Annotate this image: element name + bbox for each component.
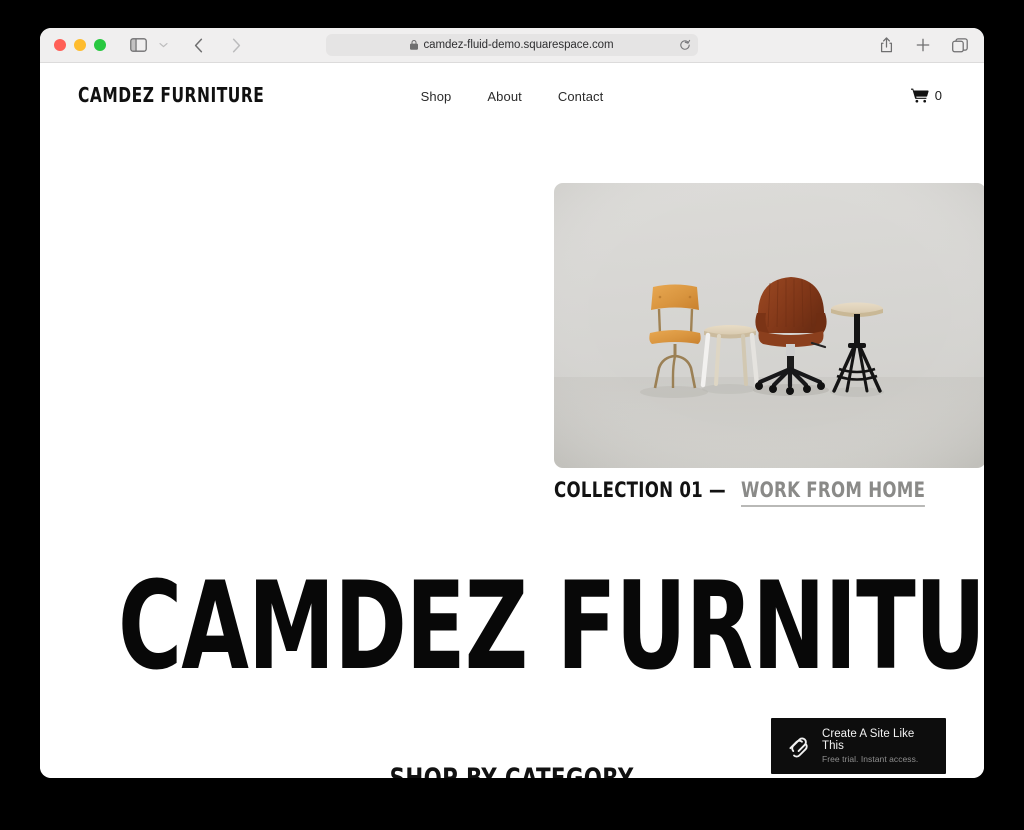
collection-link[interactable]: WORK FROM HOME	[741, 478, 926, 507]
browser-window: camdez-fluid-demo.squarespace.com CAMDEZ…	[40, 28, 984, 778]
minimize-window-button[interactable]	[74, 39, 86, 51]
nav-item-shop[interactable]: Shop	[421, 89, 452, 104]
maximize-window-button[interactable]	[94, 39, 106, 51]
badge-subtitle: Free trial. Instant access.	[822, 754, 919, 764]
nav-item-contact[interactable]: Contact	[558, 89, 604, 104]
plus-icon[interactable]	[913, 35, 933, 55]
hero-image-block[interactable]	[554, 183, 984, 468]
sidebar-icon[interactable]	[128, 35, 148, 55]
address-bar[interactable]: camdez-fluid-demo.squarespace.com	[326, 34, 698, 56]
close-window-button[interactable]	[54, 39, 66, 51]
collection-label: COLLECTION 01 —	[554, 478, 726, 502]
site-logo[interactable]: CAMDEZ FURNITURE	[78, 83, 264, 107]
squarespace-promo-badge[interactable]: Create A Site Like This Free trial. Inst…	[771, 718, 946, 774]
hero-product-photo	[554, 183, 984, 468]
section-heading-text: SHOP BY CATEGORY	[390, 763, 634, 778]
lock-icon	[410, 40, 419, 50]
shopping-cart-icon	[910, 88, 929, 103]
cart-count: 0	[934, 88, 942, 103]
address-bar-url: camdez-fluid-demo.squarespace.com	[423, 39, 614, 51]
badge-title: Create A Site Like This	[822, 728, 915, 752]
nav-item-about[interactable]: About	[487, 89, 521, 104]
back-arrow-icon[interactable]	[188, 35, 208, 55]
webpage-content: CAMDEZ FURNITURE Shop About Contact 0 CO…	[40, 63, 984, 778]
tabs-icon[interactable]	[950, 35, 970, 55]
browser-toolbar: camdez-fluid-demo.squarespace.com	[40, 28, 984, 63]
site-header: CAMDEZ FURNITURE Shop About Contact 0	[40, 63, 984, 107]
reload-icon[interactable]	[679, 39, 691, 51]
window-traffic-lights	[54, 39, 106, 51]
chevron-down-icon[interactable]	[157, 35, 170, 55]
collection-caption: COLLECTION 01 — WORK FROM HOME	[554, 478, 951, 507]
main-navigation: Shop About Contact	[421, 89, 604, 104]
page-title: CAMDEZ FURNITURE	[118, 556, 984, 697]
share-icon[interactable]	[876, 35, 896, 55]
forward-arrow-icon[interactable]	[226, 35, 246, 55]
squarespace-logo-icon	[785, 733, 811, 759]
cart-link[interactable]: 0	[910, 88, 942, 103]
